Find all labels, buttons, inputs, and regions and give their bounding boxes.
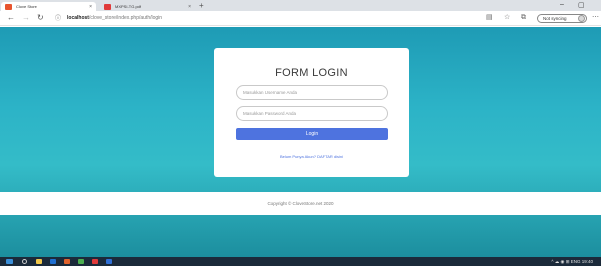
file-explorer-icon[interactable] [36, 259, 42, 264]
tab-pdf[interactable]: MXPSI-TG.pdf × [100, 2, 195, 11]
info-icon[interactable]: ⓘ [55, 15, 61, 23]
more-menu-icon[interactable]: ⋯ [592, 14, 599, 22]
tab-favicon-icon [5, 3, 12, 10]
maximize-icon[interactable]: ▢ [578, 1, 585, 9]
sync-button[interactable]: Not syncing [537, 14, 587, 23]
url-host: localhost [67, 15, 89, 21]
login-button[interactable]: Login [236, 128, 388, 140]
tab-title: Clove Store [16, 4, 37, 9]
app-icon[interactable] [106, 259, 112, 264]
app-icon[interactable] [78, 259, 84, 264]
close-tab-icon[interactable]: × [89, 4, 92, 10]
username-input[interactable]: Masukkan Username Anda [236, 85, 388, 100]
new-tab-button[interactable]: + [199, 1, 204, 10]
refresh-icon[interactable]: ↻ [37, 14, 44, 22]
tab-title: MXPSI-TG.pdf [115, 4, 142, 9]
username-placeholder: Masukkan Username Anda [243, 90, 298, 95]
back-icon[interactable]: ← [7, 14, 15, 22]
page-background: FORM LOGIN Masukkan Username Anda Masukk… [0, 27, 601, 257]
edge-browser-icon[interactable] [50, 259, 56, 264]
address-bar[interactable]: localhost/clove_store/index.php/auth/log… [67, 15, 162, 22]
pdf-favicon-icon [104, 3, 111, 10]
forward-icon[interactable]: → [22, 14, 30, 22]
system-tray[interactable]: ^ ☁ ◉ ⊞ ENG 19:40 [551, 258, 593, 265]
windows-start-icon[interactable] [6, 259, 13, 264]
footer: Copyright © CloveStore.net 2020 [0, 192, 601, 215]
browser-tab-bar: Clove Store × MXPSI-TG.pdf × + – ▢ [0, 0, 601, 11]
browser-toolbar: ← → ↻ ⓘ localhost/clove_store/index.php/… [0, 11, 601, 26]
app-icon[interactable] [64, 259, 70, 264]
copyright-text: Copyright © CloveStore.net 2020 [267, 201, 334, 206]
sync-label: Not syncing [543, 16, 567, 21]
login-card: FORM LOGIN Masukkan Username Anda Masukk… [214, 48, 409, 177]
read-mode-icon[interactable]: ▤ [486, 14, 493, 22]
password-placeholder: Masukkan Password Anda [243, 111, 297, 116]
windows-taskbar: ^ ☁ ◉ ⊞ ENG 19:40 [0, 257, 601, 266]
password-input[interactable]: Masukkan Password Anda [236, 106, 388, 121]
close-tab-icon[interactable]: × [188, 4, 191, 10]
profile-avatar-icon [578, 15, 585, 22]
tab-clove-store[interactable]: Clove Store × [1, 2, 96, 11]
minimize-icon[interactable]: – [560, 1, 564, 8]
collections-icon[interactable]: ⧉ [521, 14, 526, 22]
app-icon[interactable] [92, 259, 98, 264]
favorite-star-icon[interactable]: ☆ [504, 14, 510, 22]
form-title: FORM LOGIN [275, 67, 348, 79]
url-path: /clove_store/index.php/auth/login [88, 15, 163, 21]
register-link[interactable]: Belum Punya Akun? DAFTAR disini [214, 154, 409, 159]
search-icon[interactable] [22, 259, 27, 264]
